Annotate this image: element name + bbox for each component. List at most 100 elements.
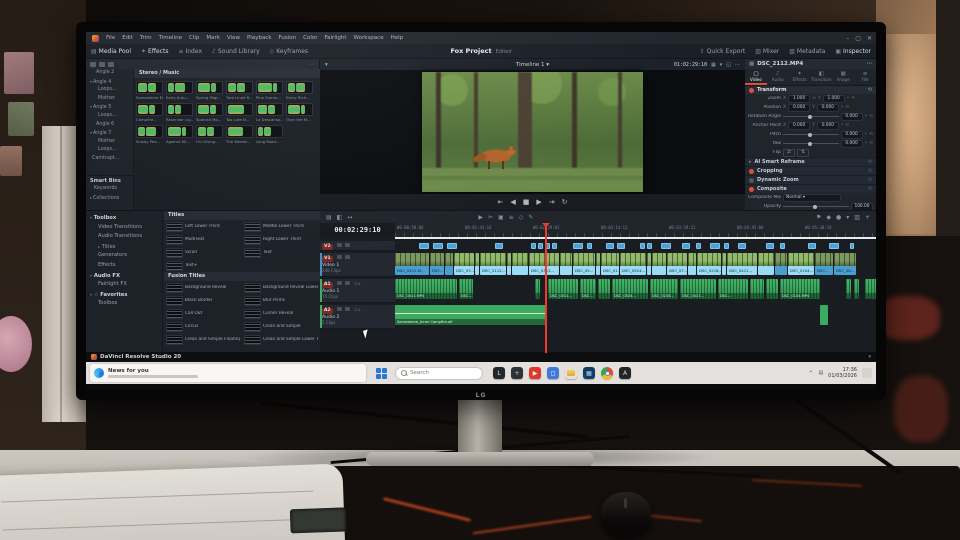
- timeline-tool-icon[interactable]: ●: [836, 214, 841, 221]
- timeline-clip[interactable]: [495, 243, 503, 249]
- fusion-title-item[interactable]: Background Reveal: [164, 281, 242, 294]
- audio-clip-tile[interactable]: Reservoir Lig...: [166, 103, 193, 122]
- taskbar-app-icon[interactable]: ▶: [529, 367, 541, 379]
- menu-item[interactable]: Fusion: [279, 35, 297, 41]
- value-field[interactable]: 0.000: [840, 130, 863, 139]
- slider[interactable]: [783, 141, 839, 146]
- timeline-clip[interactable]: [617, 243, 625, 249]
- menu-item[interactable]: Edit: [122, 35, 133, 41]
- value-field[interactable]: 1.000: [822, 94, 845, 103]
- news-widget[interactable]: News for you: [90, 364, 366, 382]
- audio-clip-tile[interactable]: Tree Lined R...: [226, 81, 253, 100]
- bin-item[interactable]: Loops...: [86, 86, 133, 95]
- audio-clip-tile[interactable]: Snowy Pea...: [136, 125, 163, 144]
- window-control-button[interactable]: –: [846, 35, 849, 42]
- computer-mouse[interactable]: [601, 492, 651, 538]
- value-field[interactable]: 0.000: [840, 139, 863, 148]
- timeline-clip[interactable]: [766, 243, 774, 249]
- inspector-tab[interactable]: ▢ Video: [745, 69, 767, 85]
- video-clip[interactable]: DSC_03...: [454, 253, 474, 275]
- inspector-section-row[interactable]: Cropping ⟲: [745, 166, 876, 175]
- timeline-clip[interactable]: [606, 243, 614, 249]
- video-clip[interactable]: [445, 253, 453, 275]
- flip-horizontal-button[interactable]: ⇄: [783, 148, 795, 157]
- value-field[interactable]: 0.000: [788, 103, 811, 112]
- viewer-menu-icon[interactable]: ▾: [325, 62, 328, 68]
- reset-icon[interactable]: ⟲: [868, 87, 872, 93]
- slider[interactable]: [783, 132, 839, 137]
- timeline-tool-icon[interactable]: ◇: [519, 214, 524, 221]
- audio-clip-tile[interactable]: Spring Migr...: [196, 81, 223, 100]
- audio-clip-tile[interactable]: Long Road...: [256, 125, 283, 144]
- value-field[interactable]: 0.000: [816, 121, 839, 130]
- timeline-tool-icon[interactable]: ◆: [826, 214, 831, 221]
- audio-clip[interactable]: [854, 279, 859, 299]
- notification-center-button[interactable]: [862, 368, 872, 378]
- reset-icon[interactable]: ⟲: [868, 186, 872, 192]
- effects-sidebar-item[interactable]: ▸ ☆ Titles: [86, 242, 162, 252]
- timeline-clip[interactable]: [829, 243, 839, 249]
- taskbar-app-icon[interactable]: L: [493, 367, 505, 379]
- reset-icon[interactable]: ⟲: [846, 123, 850, 128]
- reset-icon[interactable]: ⟲: [868, 159, 872, 165]
- reset-icon[interactable]: ⟲: [869, 114, 873, 119]
- taskbar-app-icon[interactable]: A: [619, 367, 631, 379]
- timeline-clip[interactable]: [808, 243, 816, 249]
- timeline-clip[interactable]: [780, 243, 785, 249]
- toolbar-button[interactable]: ▥ Mixer: [750, 44, 784, 59]
- fusion-title-item[interactable]: Blur Prims: [242, 294, 320, 307]
- menu-item[interactable]: Playback: [247, 35, 272, 41]
- transport-button[interactable]: ⇥: [549, 198, 555, 206]
- effects-sidebar-item[interactable]: ☆ Generators: [86, 251, 162, 261]
- video-clip[interactable]: [652, 253, 666, 275]
- video-clip[interactable]: [560, 253, 572, 275]
- audio-clip-tile[interactable]: La Descanso...: [256, 103, 283, 122]
- reset-icon[interactable]: ⟲: [868, 177, 872, 183]
- bin-item[interactable]: Camtrapt...: [86, 155, 133, 164]
- inspector-section-row[interactable]: Composite ⟲: [745, 184, 876, 193]
- video-clip[interactable]: DSC_0104...: [788, 253, 814, 275]
- transport-button[interactable]: ■: [523, 198, 530, 206]
- transform-toggle[interactable]: [749, 87, 754, 93]
- menu-item[interactable]: Fairlight: [325, 35, 347, 41]
- music-clip[interactable]: Somewhere_Inner Campfire.aif: [395, 305, 546, 325]
- inspector-more-icon[interactable]: ⋯: [867, 61, 873, 67]
- bin-expand-icon[interactable]: ▾: [90, 79, 92, 84]
- keyframe-dot-icon[interactable]: •: [865, 141, 868, 146]
- menu-item[interactable]: View: [227, 35, 240, 41]
- timeline-clip[interactable]: [724, 243, 729, 249]
- viewer-option-icon[interactable]: ▦: [711, 62, 716, 68]
- effects-sidebar-item[interactable]: ☆ Toolbox: [86, 299, 162, 309]
- timeline-clip[interactable]: [573, 243, 583, 249]
- audio-clip-tile[interactable]: Too Late N...: [226, 103, 253, 122]
- toolbar-button[interactable]: ≡ Index: [173, 44, 207, 59]
- tray-chevron-icon[interactable]: ▾: [868, 354, 871, 360]
- video-clip[interactable]: DSC_0218...: [697, 253, 721, 275]
- audio-clip-tile[interactable]: Pine Summ...: [256, 81, 283, 100]
- fusion-title-item[interactable]: Corner Reveal: [242, 307, 320, 320]
- bin-item[interactable]: Mother: [86, 138, 133, 147]
- transport-button[interactable]: ▶: [536, 198, 541, 206]
- menu-item[interactable]: File: [106, 35, 115, 41]
- timeline-tool-icon[interactable]: ▾: [846, 214, 849, 221]
- timeline-clip[interactable]: [552, 243, 557, 249]
- timeline-tool-icon[interactable]: ✎: [528, 214, 533, 221]
- timeline-clip[interactable]: [661, 243, 671, 249]
- track-solo-icon[interactable]: [345, 307, 351, 311]
- audio-clip[interactable]: DSC...: [718, 279, 748, 299]
- video-clip[interactable]: DSC_07...: [667, 253, 687, 275]
- menu-item[interactable]: Help: [391, 35, 404, 41]
- title-template-item[interactable]: Text: [242, 246, 320, 259]
- audio-clip[interactable]: DSC...: [459, 279, 473, 299]
- audio-clip[interactable]: [535, 279, 540, 299]
- audio-clip[interactable]: [865, 279, 876, 299]
- track-solo-icon[interactable]: [345, 281, 351, 285]
- section-toggle[interactable]: [749, 186, 754, 192]
- timeline-tool-icon[interactable]: ▣: [498, 214, 504, 221]
- audio-clip[interactable]: DSC_0218...: [650, 279, 678, 299]
- audio-clip[interactable]: [766, 279, 778, 299]
- track-header-a1[interactable]: A1 2.0 Audio 1 74 Clips: [320, 279, 395, 303]
- volume-envelope[interactable]: [395, 313, 546, 314]
- davinci-logo-icon[interactable]: [92, 34, 99, 42]
- track-header-v1[interactable]: V1 Video 1 248 Clips: [320, 253, 395, 277]
